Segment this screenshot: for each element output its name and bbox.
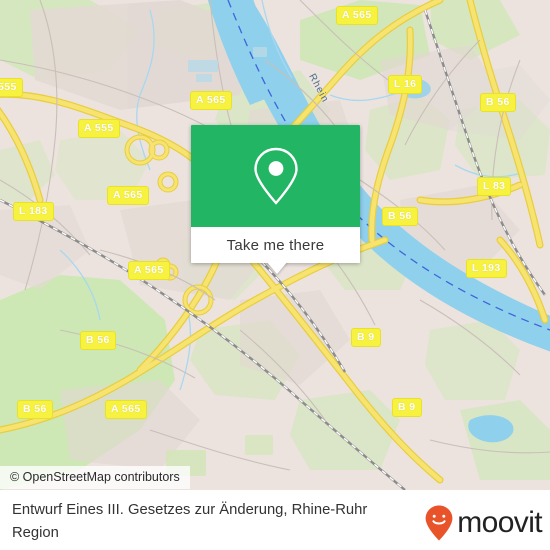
popup-image-area xyxy=(191,125,360,227)
road-shield: A 565 xyxy=(105,400,147,419)
place-popup[interactable]: Take me there xyxy=(191,125,360,263)
road-shield: L 16 xyxy=(388,75,423,94)
map-screenshot: A 565 L 16 B 56 A 565 A 555 555 A 565 L 183 B 56… xyxy=(0,0,550,550)
moovit-logo[interactable]: moovit xyxy=(424,504,543,542)
map-pin-icon xyxy=(253,147,298,205)
road-shield: A 565 xyxy=(336,6,378,25)
road-shield: 555 xyxy=(0,78,23,97)
moovit-wordmark: moovit xyxy=(457,506,542,539)
popup-pointer xyxy=(266,261,288,274)
road-shield: B 56 xyxy=(80,331,116,350)
moovit-pin-icon xyxy=(425,505,453,541)
take-me-there-button[interactable]: Take me there xyxy=(191,227,360,263)
road-shield: B 9 xyxy=(351,328,381,347)
road-shield: A 565 xyxy=(128,261,170,280)
road-shield: B 56 xyxy=(17,400,53,419)
attribution-text: © OpenStreetMap contributors xyxy=(10,470,180,484)
road-shield: L 183 xyxy=(13,202,54,221)
take-me-there-label: Take me there xyxy=(226,236,325,254)
road-shield: A 565 xyxy=(107,186,149,205)
road-shield: B 56 xyxy=(382,207,418,226)
map-canvas[interactable]: A 565 L 16 B 56 A 565 A 555 555 A 565 L 183 B 56… xyxy=(0,0,550,490)
place-title: Entwurf Eines III. Gesetzes zur Änderung… xyxy=(12,502,368,541)
road-shield: L 83 xyxy=(477,177,512,196)
road-shield: A 555 xyxy=(78,119,120,138)
road-shield: L 193 xyxy=(466,259,507,278)
footer-bar: Entwurf Eines III. Gesetzes zur Änderung… xyxy=(0,490,550,550)
road-shield: B 9 xyxy=(392,398,422,417)
map-attribution[interactable]: © OpenStreetMap contributors xyxy=(0,466,190,489)
road-shield: B 56 xyxy=(480,93,516,112)
road-shield: A 565 xyxy=(190,91,232,110)
